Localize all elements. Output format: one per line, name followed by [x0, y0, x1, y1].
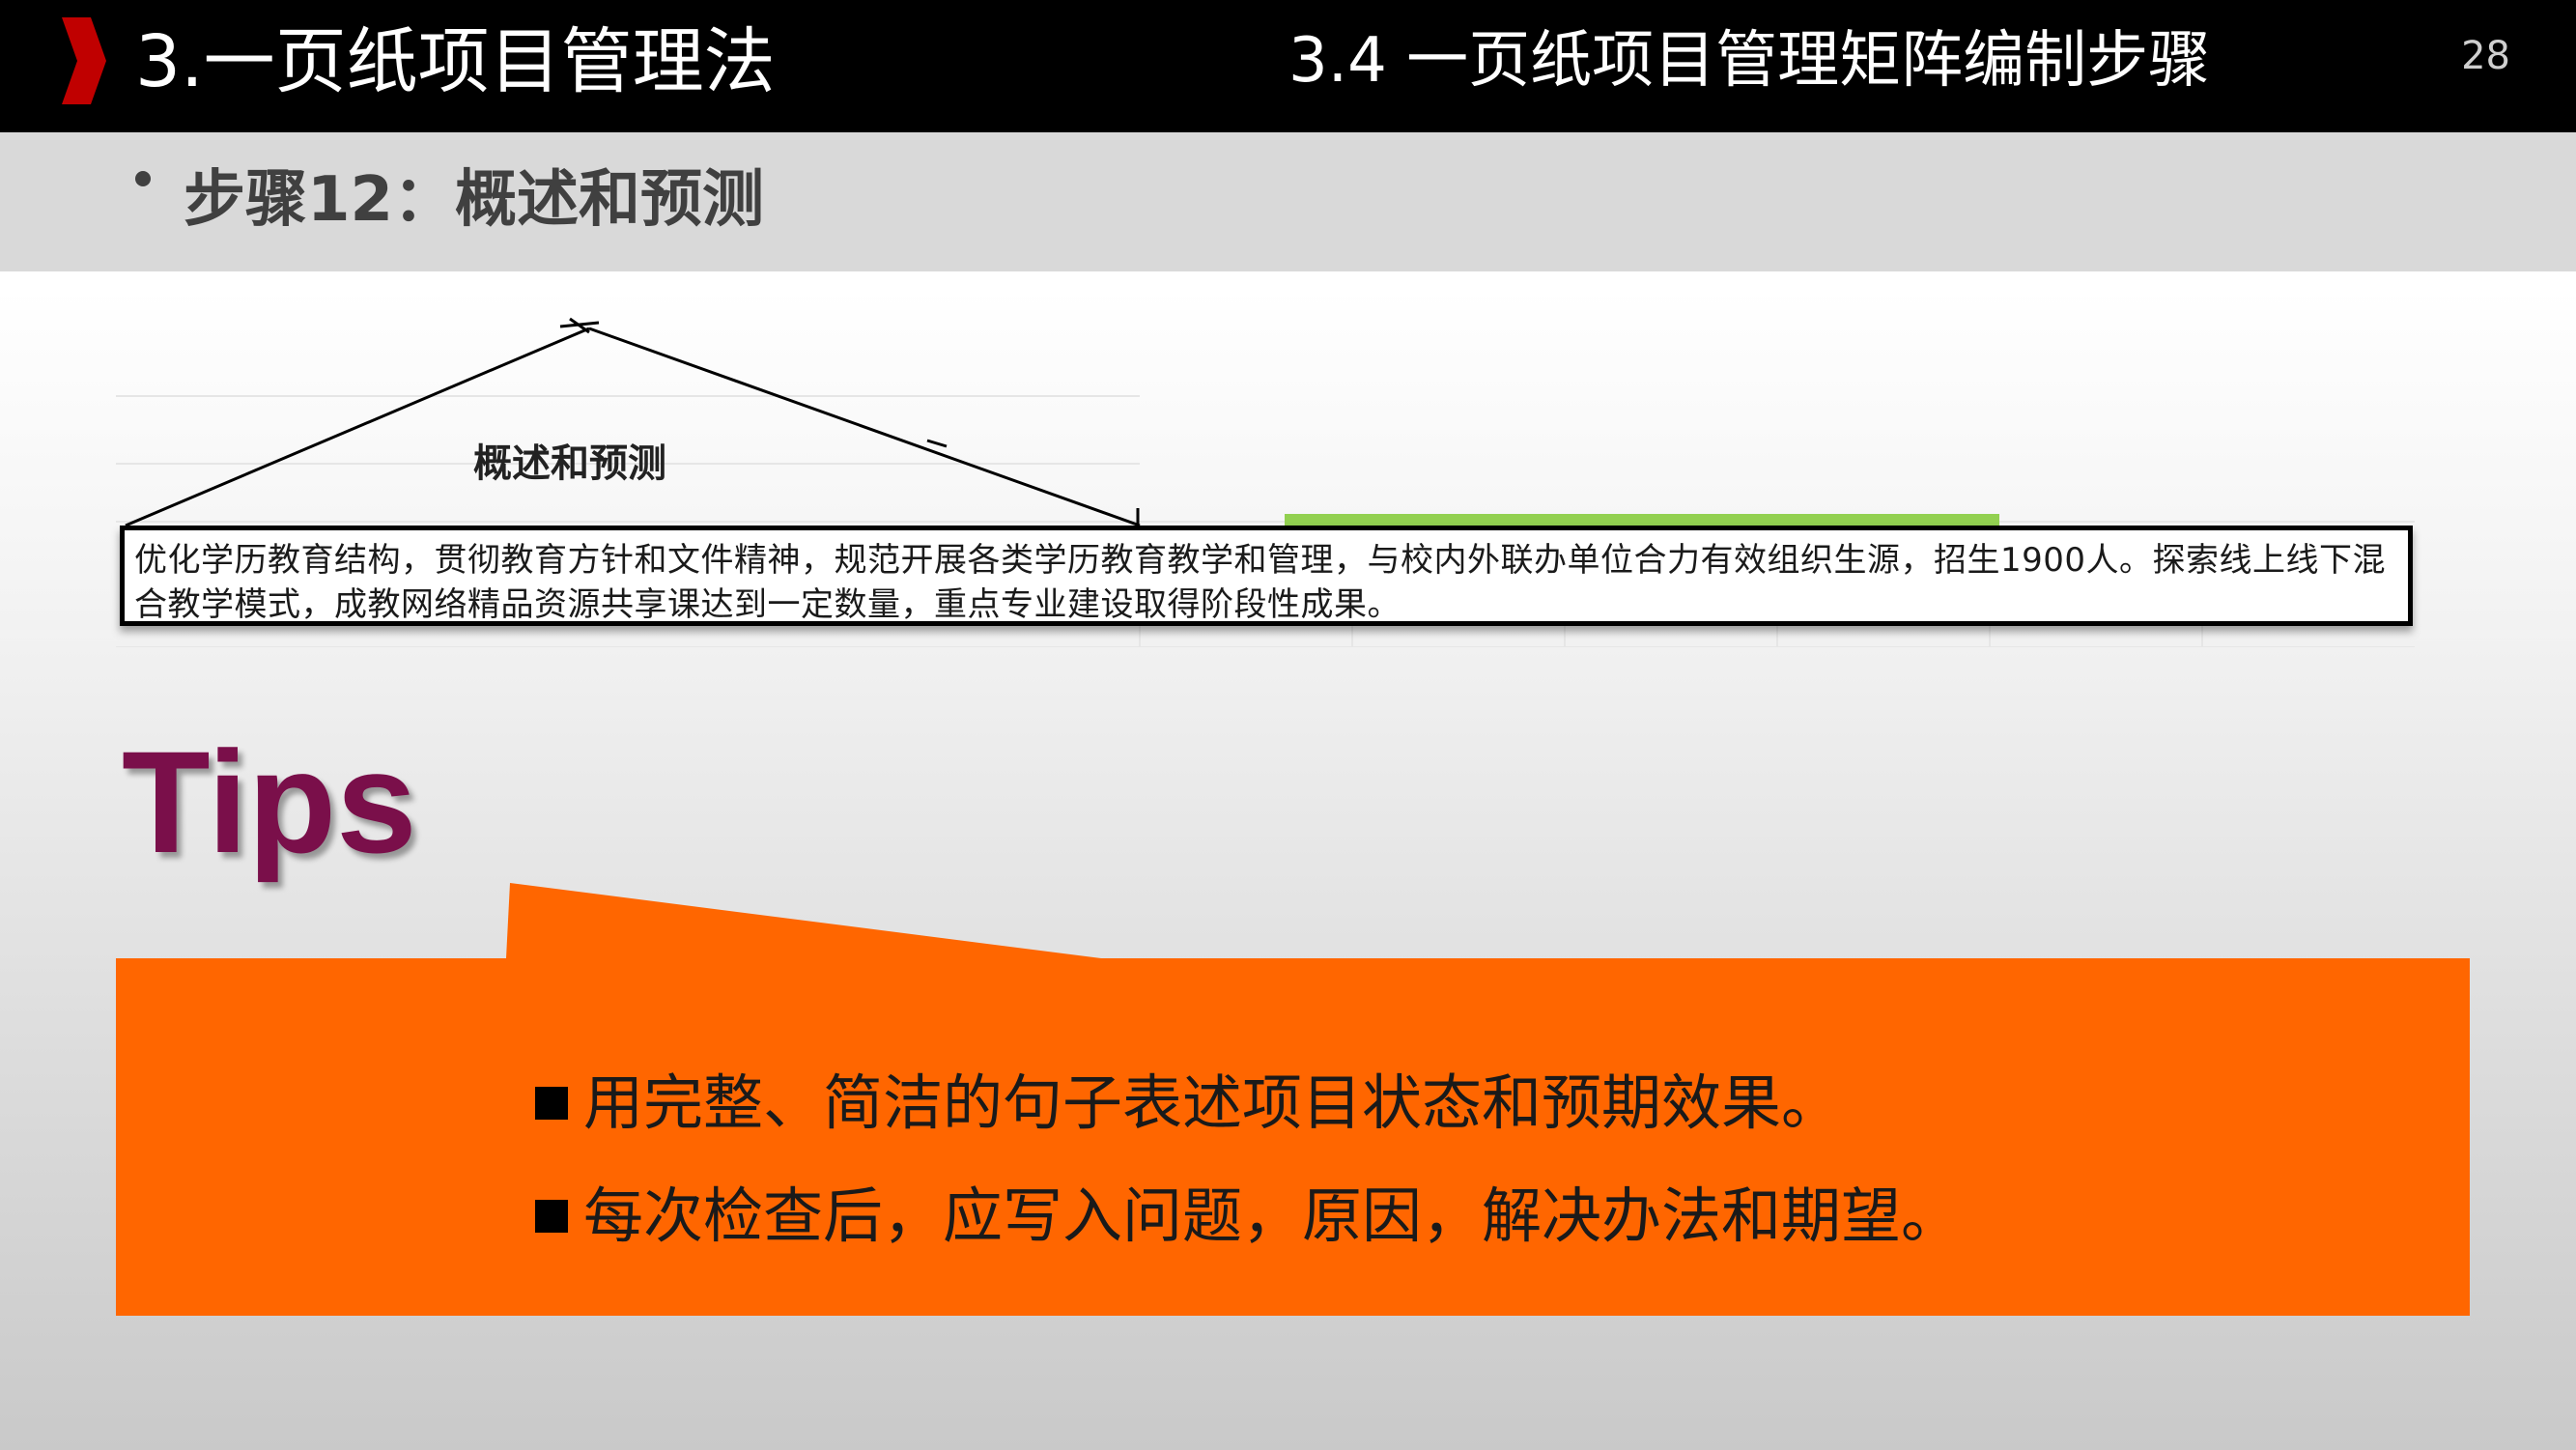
black-square-icon: [535, 1087, 568, 1120]
tips-box: 用完整、简洁的句子表述项目状态和预期效果。 每次检查后，应写入问题，原因，解决办…: [116, 958, 2470, 1316]
page-number: 28: [2461, 34, 2510, 78]
slide-subtitle: 3.4 一页纸项目管理矩阵编制步骤: [1288, 25, 2211, 97]
tip-text: 用完整、简洁的句子表述项目状态和预期效果。: [583, 1067, 1842, 1138]
callout-tail: [506, 883, 1101, 958]
tip-text: 每次检查后，应写入问题，原因，解决办法和期望。: [583, 1180, 1962, 1251]
green-bar: [1285, 514, 1999, 526]
black-square-icon: [535, 1200, 568, 1233]
